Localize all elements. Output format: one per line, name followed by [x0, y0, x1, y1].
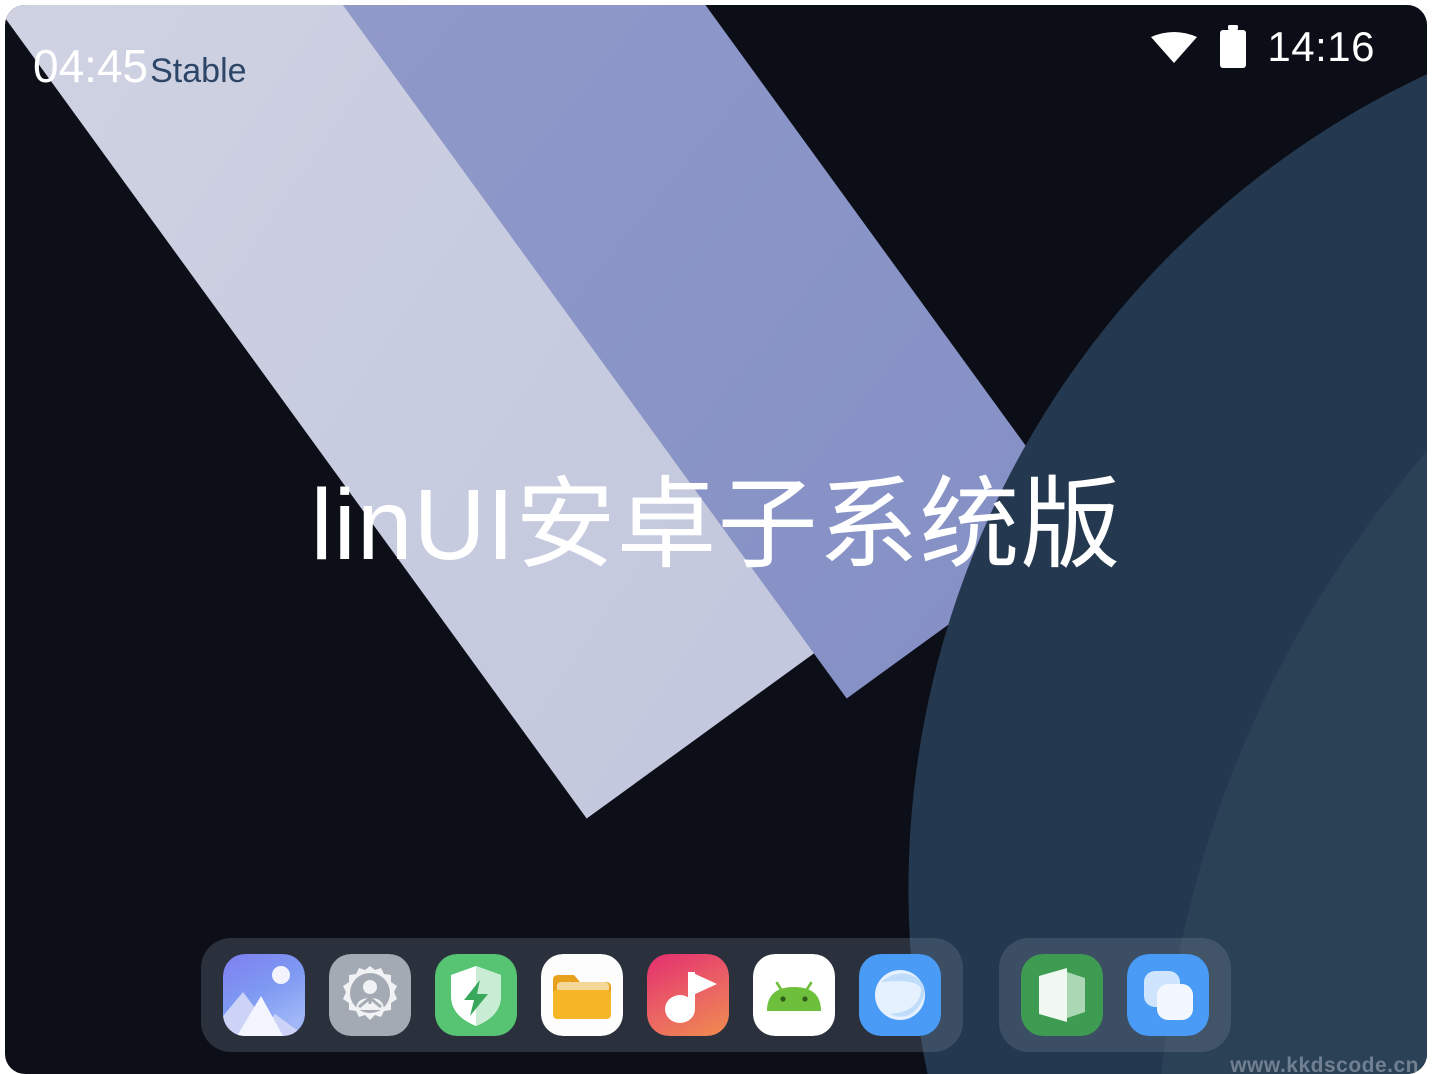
status-bar: 04:45 Stable 14:16 — [5, 5, 1427, 89]
status-indicators: 14:16 — [1149, 25, 1375, 69]
dock-item-settings[interactable] — [329, 954, 411, 1036]
dock-item-files[interactable] — [541, 954, 623, 1036]
dock-group-system — [999, 938, 1231, 1052]
uptime-value: 04:45 — [33, 40, 149, 92]
status-clock: 14:16 — [1267, 23, 1375, 70]
battery-icon[interactable] — [1219, 25, 1247, 69]
dock-item-app-switcher[interactable] — [1127, 954, 1209, 1036]
dock-group-primary — [201, 938, 963, 1052]
device-screen: 04:45 Stable 14:16 linUI安卓子系统版 www.kkdsc… — [5, 5, 1427, 1074]
desktop-title: linUI安卓子系统版 — [310, 469, 1122, 581]
dock-item-gallery[interactable] — [223, 954, 305, 1036]
site-watermark: www.kkdscode.cn — [1230, 1054, 1419, 1074]
dock-item-android[interactable] — [753, 954, 835, 1036]
uptime-indicator: 04:45 Stable — [33, 43, 247, 89]
dock-item-security[interactable] — [435, 954, 517, 1036]
wifi-icon[interactable] — [1149, 30, 1199, 64]
dock-item-browser[interactable] — [859, 954, 941, 1036]
dock-item-exit[interactable] — [1021, 954, 1103, 1036]
dock — [5, 938, 1427, 1052]
channel-label: Stable — [150, 52, 247, 90]
dock-item-music[interactable] — [647, 954, 729, 1036]
